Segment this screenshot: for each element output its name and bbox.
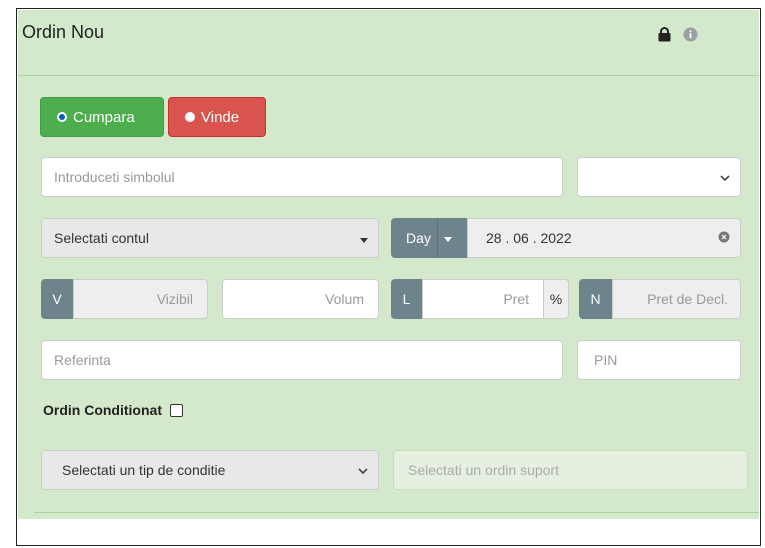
volume-input[interactable]: Volum: [222, 279, 379, 319]
panel-title: Ordin Nou: [22, 22, 105, 42]
price-addon: L: [391, 279, 422, 319]
validity-type-dropdown[interactable]: Day: [391, 218, 467, 258]
panel-footer-divider: [34, 512, 759, 513]
account-value: Selectati contul: [54, 230, 149, 246]
chevron-down-icon: [720, 169, 730, 185]
support-order-placeholder: Selectati un ordin suport: [408, 462, 559, 478]
trigger-placeholder: Pret de Decl.: [647, 291, 728, 307]
conditional-order-label: Ordin Conditionat: [43, 402, 162, 418]
percent-label: %: [549, 291, 563, 307]
radio-selected-icon: [57, 112, 67, 122]
buy-button[interactable]: Cumpara: [40, 97, 164, 137]
price-addon-label: L: [402, 291, 411, 307]
reference-input[interactable]: Referinta: [41, 340, 563, 380]
order-panel: [18, 10, 759, 519]
validity-date: 28 . 06 . 2022: [486, 230, 572, 246]
account-select[interactable]: Selectati contul: [41, 218, 379, 258]
buy-label: Cumpara: [73, 108, 135, 126]
pin-input[interactable]: PIN: [577, 340, 741, 380]
clear-circle-icon[interactable]: [718, 230, 730, 246]
symbol-placeholder: Introduceti simbolul: [54, 169, 175, 185]
price-placeholder: Pret: [503, 291, 529, 307]
condition-type-value: Selectati un tip de conditie: [62, 462, 226, 478]
sell-label: Vinde: [201, 108, 240, 126]
pin-placeholder: PIN: [594, 352, 618, 368]
condition-type-select[interactable]: Selectati un tip de conditie: [41, 450, 379, 490]
info-circle-icon[interactable]: [682, 26, 698, 42]
validity-date-input[interactable]: 28 . 06 . 2022: [467, 218, 741, 258]
support-order-select[interactable]: Selectati un ordin suport: [393, 450, 748, 490]
percent-addon[interactable]: %: [543, 279, 569, 319]
validity-type-label: Day: [406, 230, 431, 246]
radio-unselected-icon: [185, 112, 195, 122]
trigger-price-input[interactable]: Pret de Decl.: [612, 279, 741, 319]
caret-down-icon: [436, 218, 452, 258]
visible-addon: V: [41, 279, 73, 319]
price-input[interactable]: Pret: [422, 279, 544, 319]
symbol-input[interactable]: Introduceti simbolul: [41, 157, 563, 197]
chevron-down-icon: [358, 462, 368, 478]
visible-input[interactable]: Vizibil: [73, 279, 208, 319]
trigger-addon: N: [579, 279, 612, 319]
visible-placeholder: Vizibil: [156, 291, 193, 307]
symbol-type-select[interactable]: [577, 157, 741, 197]
trigger-addon-label: N: [590, 291, 601, 307]
panel-heading: [18, 10, 759, 76]
volume-placeholder: Volum: [325, 291, 364, 307]
reference-placeholder: Referinta: [54, 352, 111, 368]
visible-addon-label: V: [52, 291, 62, 307]
conditional-order-row: Ordin Conditionat: [43, 402, 183, 418]
caret-down-icon: [360, 230, 368, 246]
sell-button[interactable]: Vinde: [168, 97, 266, 137]
lock-icon[interactable]: [656, 26, 672, 42]
conditional-order-checkbox[interactable]: [169, 403, 183, 417]
